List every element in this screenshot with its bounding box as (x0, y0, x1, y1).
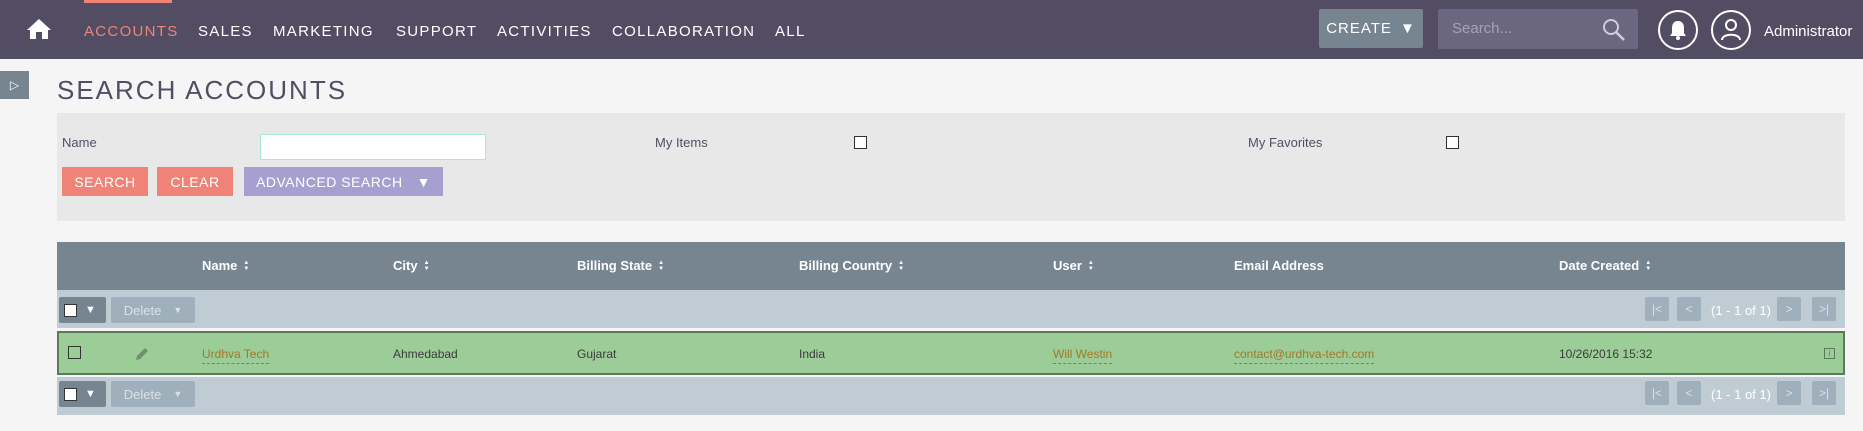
chevron-down-icon: ▼ (85, 304, 96, 316)
advanced-search-label: ADVANCED SEARCH (256, 173, 403, 190)
column-label: Name (202, 258, 238, 273)
column-label: Email Address (1234, 258, 1324, 273)
search-placeholder: Search... (1452, 20, 1513, 37)
sort-icon: ▲ ▼ (243, 259, 250, 272)
user-link[interactable]: Will Westin (1053, 347, 1113, 364)
my-items-label: My Items (655, 135, 708, 150)
sort-icon: ▲ ▼ (898, 259, 905, 272)
account-name-link[interactable]: Urdhva Tech (202, 347, 270, 364)
last-page-icon[interactable]: >| (1812, 297, 1836, 321)
next-page-icon[interactable]: > (1777, 297, 1801, 321)
column-header-city[interactable]: City ▲ ▼ (393, 258, 430, 273)
column-header-billing-state[interactable]: Billing State ▲ ▼ (577, 258, 664, 273)
delete-label: Delete (123, 302, 162, 318)
chevron-down-icon: ▼ (173, 305, 183, 315)
create-label: CREATE (1326, 20, 1392, 37)
cell-date-created: 10/26/2016 15:32 (1559, 347, 1653, 361)
user-name[interactable]: Administrator (1764, 23, 1852, 40)
cell-billing-country: India (799, 347, 826, 361)
select-all-checkbox[interactable] (64, 387, 77, 401)
info-icon[interactable]: i (1824, 348, 1835, 359)
previous-page-icon[interactable]: < (1677, 381, 1701, 405)
delete-button[interactable]: Delete ▼ (111, 297, 195, 323)
first-page-icon[interactable]: |< (1645, 297, 1669, 321)
nav-item-sales[interactable]: SALES (198, 23, 253, 40)
next-page-icon[interactable]: > (1777, 381, 1801, 405)
pagination-text: (1 - 1 of 1) (1711, 303, 1771, 318)
column-header-billing-country[interactable]: Billing Country ▲ ▼ (799, 258, 904, 273)
column-label: City (393, 258, 418, 273)
name-search-input[interactable] (260, 134, 486, 160)
nav-item-accounts[interactable]: ACCOUNTS (84, 23, 179, 40)
edit-pencil-icon[interactable] (134, 346, 150, 367)
column-label: Date Created (1559, 258, 1640, 273)
chevron-down-icon: ▼ (85, 388, 96, 400)
select-all-dropdown[interactable]: ▼ (59, 297, 106, 323)
search-icon[interactable] (1602, 18, 1626, 42)
column-header-user[interactable]: User ▲ ▼ (1053, 258, 1094, 273)
nav-item-activities[interactable]: ACTIVITIES (497, 23, 592, 40)
cell-billing-state: Gujarat (577, 347, 617, 361)
my-favorites-checkbox[interactable] (1446, 136, 1459, 149)
delete-button-bottom[interactable]: Delete ▼ (111, 381, 195, 407)
nav-item-all[interactable]: ALL (775, 23, 806, 40)
column-label: User (1053, 258, 1082, 273)
home-icon[interactable] (26, 17, 52, 41)
search-button[interactable]: SEARCH (62, 167, 148, 196)
list-toolbar-top (57, 290, 1845, 328)
column-label: Billing Country (799, 258, 893, 273)
delete-label: Delete (123, 386, 162, 402)
chevron-down-icon: ▼ (1399, 20, 1416, 37)
column-header-email: Email Address (1234, 258, 1324, 273)
sort-icon: ▲ ▼ (658, 259, 665, 272)
column-header-date-created[interactable]: Date Created ▲ ▼ (1559, 258, 1651, 273)
sort-icon: ▲ ▼ (423, 259, 430, 272)
user-avatar-icon[interactable] (1711, 10, 1751, 50)
column-label: Billing State (577, 258, 653, 273)
previous-page-icon[interactable]: < (1677, 297, 1701, 321)
list-toolbar-bottom (57, 377, 1845, 415)
select-all-dropdown-bottom[interactable]: ▼ (59, 381, 106, 407)
page-title: SEARCH ACCOUNTS (57, 75, 348, 105)
chevron-down-icon: ▼ (416, 173, 431, 190)
sidebar-toggle-icon[interactable]: ▷ (0, 71, 29, 99)
nav-item-marketing[interactable]: MARKETING (273, 23, 374, 40)
my-favorites-label: My Favorites (1248, 135, 1323, 150)
row-checkbox[interactable] (68, 346, 81, 359)
name-label: Name (62, 135, 97, 150)
first-page-icon[interactable]: |< (1645, 381, 1669, 405)
email-link[interactable]: contact@urdhva-tech.com (1234, 347, 1375, 364)
my-items-checkbox[interactable] (854, 136, 867, 149)
nav-item-collaboration[interactable]: COLLABORATION (612, 23, 755, 40)
advanced-search-button[interactable]: ADVANCED SEARCH ▼ (244, 167, 443, 196)
global-search-input[interactable]: Search... (1438, 9, 1638, 49)
chevron-down-icon: ▼ (173, 389, 183, 399)
notifications-bell-icon[interactable] (1658, 10, 1698, 50)
create-button[interactable]: CREATE ▼ (1319, 9, 1423, 48)
active-tab-indicator (84, 0, 172, 3)
last-page-icon[interactable]: >| (1812, 381, 1836, 405)
sort-icon: ▲ ▼ (1087, 259, 1094, 272)
cell-city: Ahmedabad (393, 347, 458, 361)
nav-item-support[interactable]: SUPPORT (396, 23, 477, 40)
clear-button[interactable]: CLEAR (157, 167, 233, 196)
column-header-name[interactable]: Name ▲ ▼ (202, 258, 249, 273)
sort-icon: ▲ ▼ (1645, 259, 1652, 272)
select-all-checkbox[interactable] (64, 303, 77, 317)
pagination-text-bottom: (1 - 1 of 1) (1711, 387, 1771, 402)
